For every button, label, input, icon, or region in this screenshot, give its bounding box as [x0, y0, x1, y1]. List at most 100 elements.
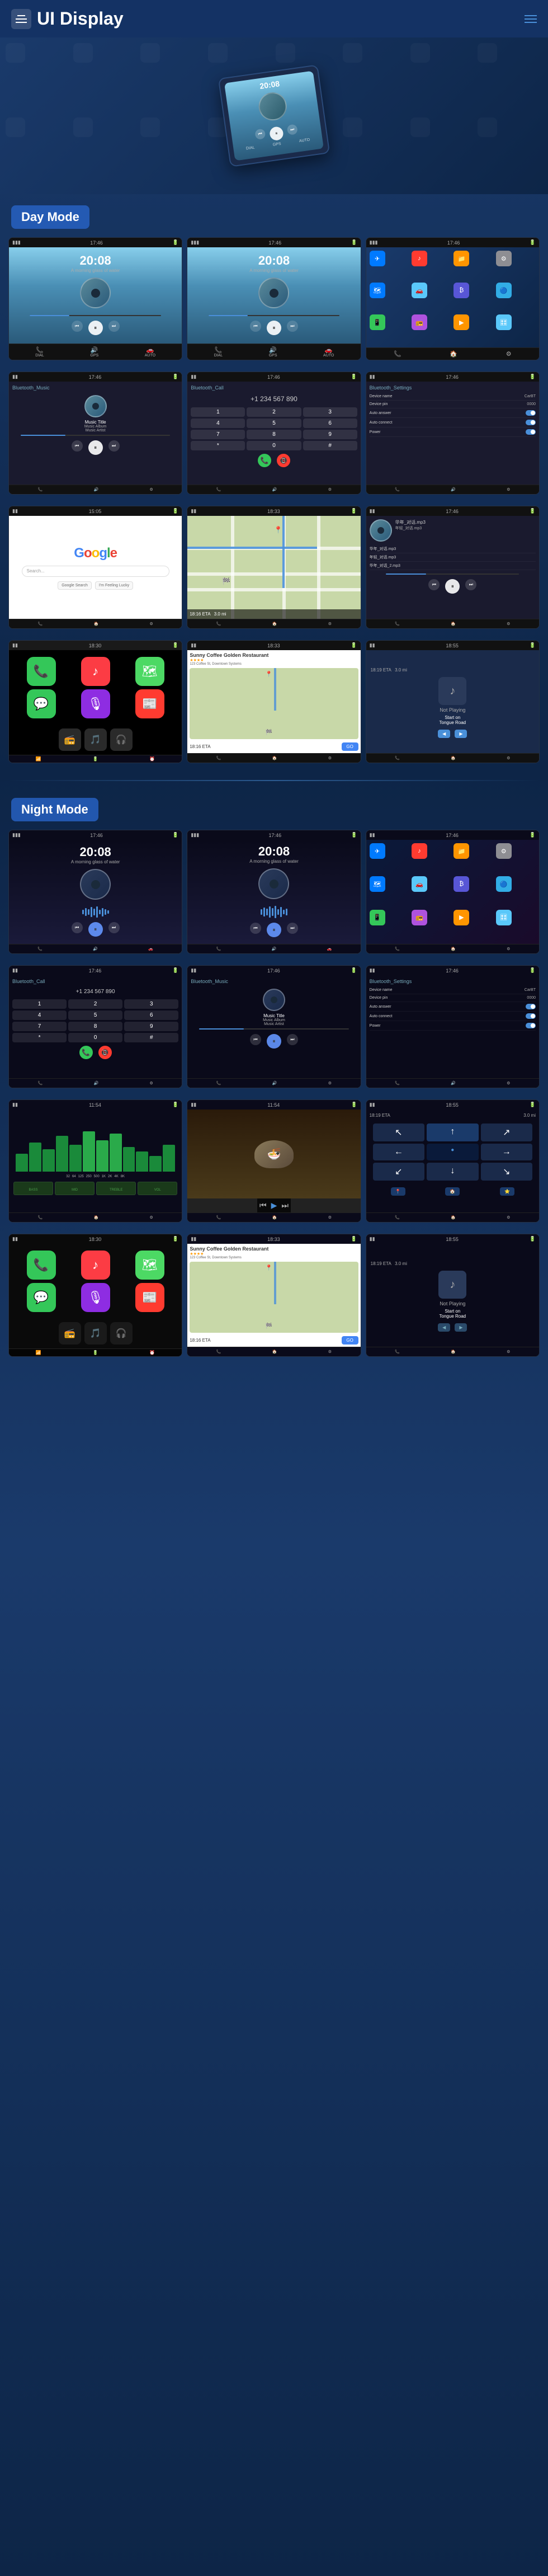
night-cp-maps[interactable]: 🗺 — [135, 1251, 164, 1280]
night-dial-7[interactable]: 7 — [12, 1022, 67, 1031]
night-nav-bm-2[interactable]: 🔊 — [272, 1081, 277, 1085]
night-nav-btn-2[interactable]: 🏠 — [445, 1187, 460, 1196]
auto-answer-toggle[interactable] — [526, 410, 536, 416]
nav-google-3[interactable]: ⚙ — [149, 622, 153, 626]
night-nav-call-1[interactable]: 📞 — [38, 1081, 43, 1085]
night-dial-1[interactable]: 1 — [12, 999, 67, 1009]
cp-dock-1[interactable]: 📻 — [59, 728, 81, 751]
nav-dial-1[interactable]: 📞 DIAL — [35, 346, 44, 358]
local-item-2[interactable]: 年轻_对话.mp3 — [370, 553, 536, 562]
night-nav-np-3[interactable]: ⚙ — [507, 1350, 510, 1354]
prev-button[interactable]: ⏮ — [254, 129, 266, 140]
nav-settings-1[interactable]: 📞 — [395, 487, 400, 492]
nav-auto-2[interactable]: 🚗 AUTO — [323, 346, 334, 358]
video-play-btn[interactable]: ▶ — [271, 1201, 277, 1210]
night-go-button[interactable]: GO — [342, 1336, 358, 1345]
app-files[interactable]: 📁 — [453, 251, 469, 266]
freq-4[interactable]: VOL — [138, 1182, 177, 1195]
dial-7[interactable]: 7 — [191, 430, 245, 439]
night-play-1[interactable]: ⏸ — [88, 922, 103, 937]
np-fwd-btn[interactable]: ▶ — [455, 730, 467, 738]
night-dial-3[interactable]: 3 — [124, 999, 178, 1009]
local-prev[interactable]: ⏮ — [428, 579, 440, 590]
auto-connect-toggle[interactable] — [526, 420, 536, 425]
night-nav-set-2[interactable]: 🔊 — [451, 1081, 456, 1085]
app-bt[interactable]: ₿ — [453, 283, 469, 298]
next-btn-2[interactable]: ⏭ — [287, 321, 298, 332]
night-play-2[interactable]: ⏸ — [267, 923, 281, 937]
play-pause-button[interactable]: ⏸ — [269, 126, 284, 141]
bt-next[interactable]: ⏭ — [108, 440, 120, 452]
night-nav-n-2[interactable]: 🏠 — [451, 1215, 456, 1220]
answer-btn[interactable]: 📞 — [258, 454, 271, 467]
night-np-fwd[interactable]: ▶ — [455, 1323, 467, 1332]
night-nav-np-2[interactable]: 🏠 — [451, 1350, 456, 1354]
night-dial-8[interactable]: 8 — [68, 1022, 122, 1031]
night-nav-set-3[interactable]: ⚙ — [507, 1081, 510, 1085]
end-call-btn[interactable]: 📵 — [277, 454, 290, 467]
night-dial-hash[interactable]: # — [124, 1033, 178, 1042]
arrow-up[interactable]: ↑ — [427, 1124, 478, 1141]
night-cp-msg[interactable]: 💬 — [27, 1283, 56, 1312]
night-bt-play[interactable]: ⏸ — [267, 1034, 281, 1049]
nav-bt-2[interactable]: 🔊 — [94, 487, 99, 492]
night-app-9[interactable]: 📱 — [370, 910, 385, 925]
night-app-7[interactable]: ₿ — [453, 876, 469, 892]
nav-gps-2[interactable]: 🔊 GPS — [269, 346, 277, 358]
nav-settings-2[interactable]: 🔊 — [451, 487, 456, 492]
local-play[interactable]: ⏸ — [445, 579, 460, 594]
local-next[interactable]: ⏭ — [465, 579, 476, 590]
app-youtube[interactable]: ▶ — [453, 314, 469, 330]
nav-google-1[interactable]: 📞 — [38, 622, 43, 626]
nav-call-2[interactable]: 🔊 — [272, 487, 277, 492]
night-next-2[interactable]: ⏭ — [287, 923, 298, 934]
video-prev-btn[interactable]: ⏮ — [259, 1201, 267, 1210]
arrow-right[interactable]: → — [481, 1144, 532, 1160]
nav-coffee-2[interactable]: 🏠 — [272, 756, 277, 760]
nav-local-2[interactable]: 🏠 — [451, 622, 456, 626]
night-dial-6[interactable]: 6 — [124, 1010, 178, 1020]
local-item-1[interactable]: 华年_对话.mp3 — [370, 545, 536, 553]
nav-map-2[interactable]: 🏠 — [272, 622, 277, 626]
arrow-up-right[interactable]: ↗ — [481, 1124, 532, 1141]
night-np-back[interactable]: ◀ — [438, 1323, 450, 1332]
night-nav-1-2[interactable]: 🔊 — [93, 947, 98, 951]
night-app-1[interactable]: ✈ — [370, 843, 385, 859]
night-prev-1[interactable]: ⏮ — [72, 922, 83, 933]
cp-maps[interactable]: 🗺 — [135, 657, 164, 686]
freq-2[interactable]: MID — [55, 1182, 95, 1195]
nav-local-3[interactable]: ⚙ — [507, 622, 510, 626]
progress-bar-1[interactable] — [30, 315, 161, 316]
cp-podcasts[interactable]: 🎙 — [81, 689, 110, 718]
night-nav-cf-2[interactable]: 🏠 — [272, 1350, 277, 1354]
menu-icon[interactable] — [11, 9, 31, 29]
night-nav-cf-3[interactable]: ⚙ — [328, 1350, 332, 1354]
freq-3[interactable]: TREBLE — [96, 1182, 136, 1195]
nav-np-3[interactable]: ⚙ — [507, 756, 510, 760]
night-app-8[interactable]: 🔵 — [496, 876, 512, 892]
nav-np-2[interactable]: 🏠 — [451, 756, 456, 760]
night-nav-bm-3[interactable]: ⚙ — [328, 1081, 332, 1085]
cp-dock-3[interactable]: 🎧 — [110, 728, 133, 751]
cp-dock-2[interactable]: 🎵 — [84, 728, 107, 751]
night-cp-phone[interactable]: 📞 — [27, 1251, 56, 1280]
night-nav-w-1[interactable]: 📞 — [38, 1215, 43, 1220]
cp-messages[interactable]: 💬 — [27, 689, 56, 718]
night-dial-5[interactable]: 5 — [68, 1010, 122, 1020]
night-nav-ph-2[interactable]: 🏠 — [272, 1215, 277, 1220]
night-nav-n-3[interactable]: ⚙ — [507, 1215, 510, 1220]
night-dial-star[interactable]: * — [12, 1033, 67, 1042]
dial-9[interactable]: 9 — [303, 430, 357, 439]
np-back-btn[interactable]: ◀ — [438, 730, 450, 738]
nav-auto-1[interactable]: 🚗 AUTO — [145, 346, 155, 358]
home-nav-2[interactable]: 🏠 — [450, 350, 457, 358]
hamburger-right-icon[interactable] — [525, 15, 537, 23]
dial-hash[interactable]: # — [303, 441, 357, 450]
night-app-12[interactable]: 🎛 — [496, 910, 512, 925]
dial-6[interactable]: 6 — [303, 419, 357, 428]
night-app-2[interactable]: ♪ — [412, 843, 427, 859]
night-app-11[interactable]: ▶ — [453, 910, 469, 925]
app-telegram[interactable]: ✈ — [370, 251, 385, 266]
night-nav-w-3[interactable]: ⚙ — [149, 1215, 153, 1220]
app-carlife[interactable]: 🚗 — [412, 283, 427, 298]
